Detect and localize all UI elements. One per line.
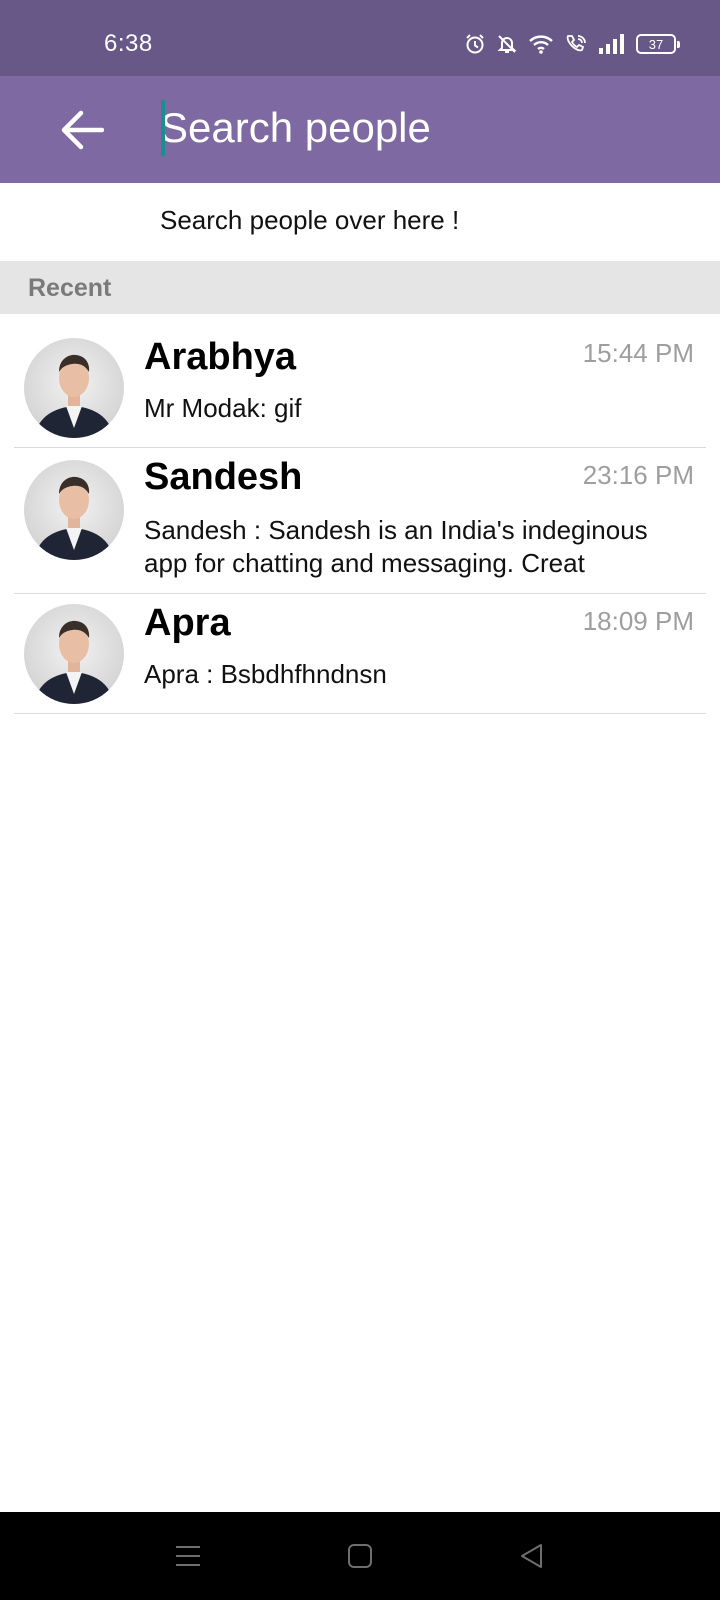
signal-icon (598, 34, 626, 54)
back-triangle-icon (521, 1544, 542, 1568)
status-bar: 6:38 37 (0, 0, 720, 76)
battery-icon: 37 (636, 34, 680, 54)
message-time: 23:16 PM (582, 460, 694, 490)
person-avatar-icon (34, 476, 114, 560)
message-time: 15:44 PM (582, 338, 694, 368)
contact-name: Sandesh (144, 456, 303, 498)
back-nav-button[interactable] (510, 1534, 554, 1578)
list-item[interactable]: Apra 18:09 PM Apra : Bsbdhfhndnsn (0, 594, 720, 714)
battery-level: 37 (648, 36, 664, 52)
person-avatar-icon (34, 354, 114, 438)
recent-label: Recent (28, 274, 112, 302)
alarm-icon (464, 33, 486, 55)
divider (14, 713, 706, 714)
avatar (24, 338, 124, 438)
avatar (24, 604, 124, 704)
back-button[interactable] (54, 103, 110, 157)
message-preview: Apra : Bsbdhfhndnsn (144, 659, 387, 689)
wifi-call-icon (564, 33, 588, 55)
status-icons: 37 (464, 30, 680, 58)
recent-section-header: Recent (0, 261, 720, 314)
search-input[interactable] (160, 98, 680, 158)
recent-list: Arabhya 15:44 PM Mr Modak: gif Sandesh 2… (0, 314, 720, 714)
home-button[interactable] (338, 1534, 382, 1578)
status-time: 6:38 (104, 30, 153, 57)
list-item[interactable]: Sandesh 23:16 PM Sandesh : Sandesh is an… (0, 448, 720, 594)
text-cursor (161, 100, 165, 156)
list-item[interactable]: Arabhya 15:44 PM Mr Modak: gif (0, 314, 720, 448)
message-time: 18:09 PM (582, 606, 694, 636)
contact-name: Arabhya (144, 336, 297, 378)
menu-icon (176, 1546, 200, 1566)
person-avatar-icon (34, 620, 114, 704)
menu-button[interactable] (166, 1534, 210, 1578)
message-preview: Mr Modak: gif (144, 393, 302, 423)
message-preview: Sandesh : Sandesh is an India's indegino… (144, 515, 648, 578)
arrow-left-icon (61, 110, 104, 150)
home-square-icon (348, 1544, 372, 1568)
wifi-icon (528, 33, 554, 55)
bell-off-icon (496, 33, 518, 55)
search-hint: Search people over here ! (160, 205, 460, 235)
contact-name: Apra (144, 602, 231, 644)
app-bar (0, 76, 720, 183)
system-nav-bar (0, 1512, 720, 1600)
avatar (24, 460, 124, 560)
